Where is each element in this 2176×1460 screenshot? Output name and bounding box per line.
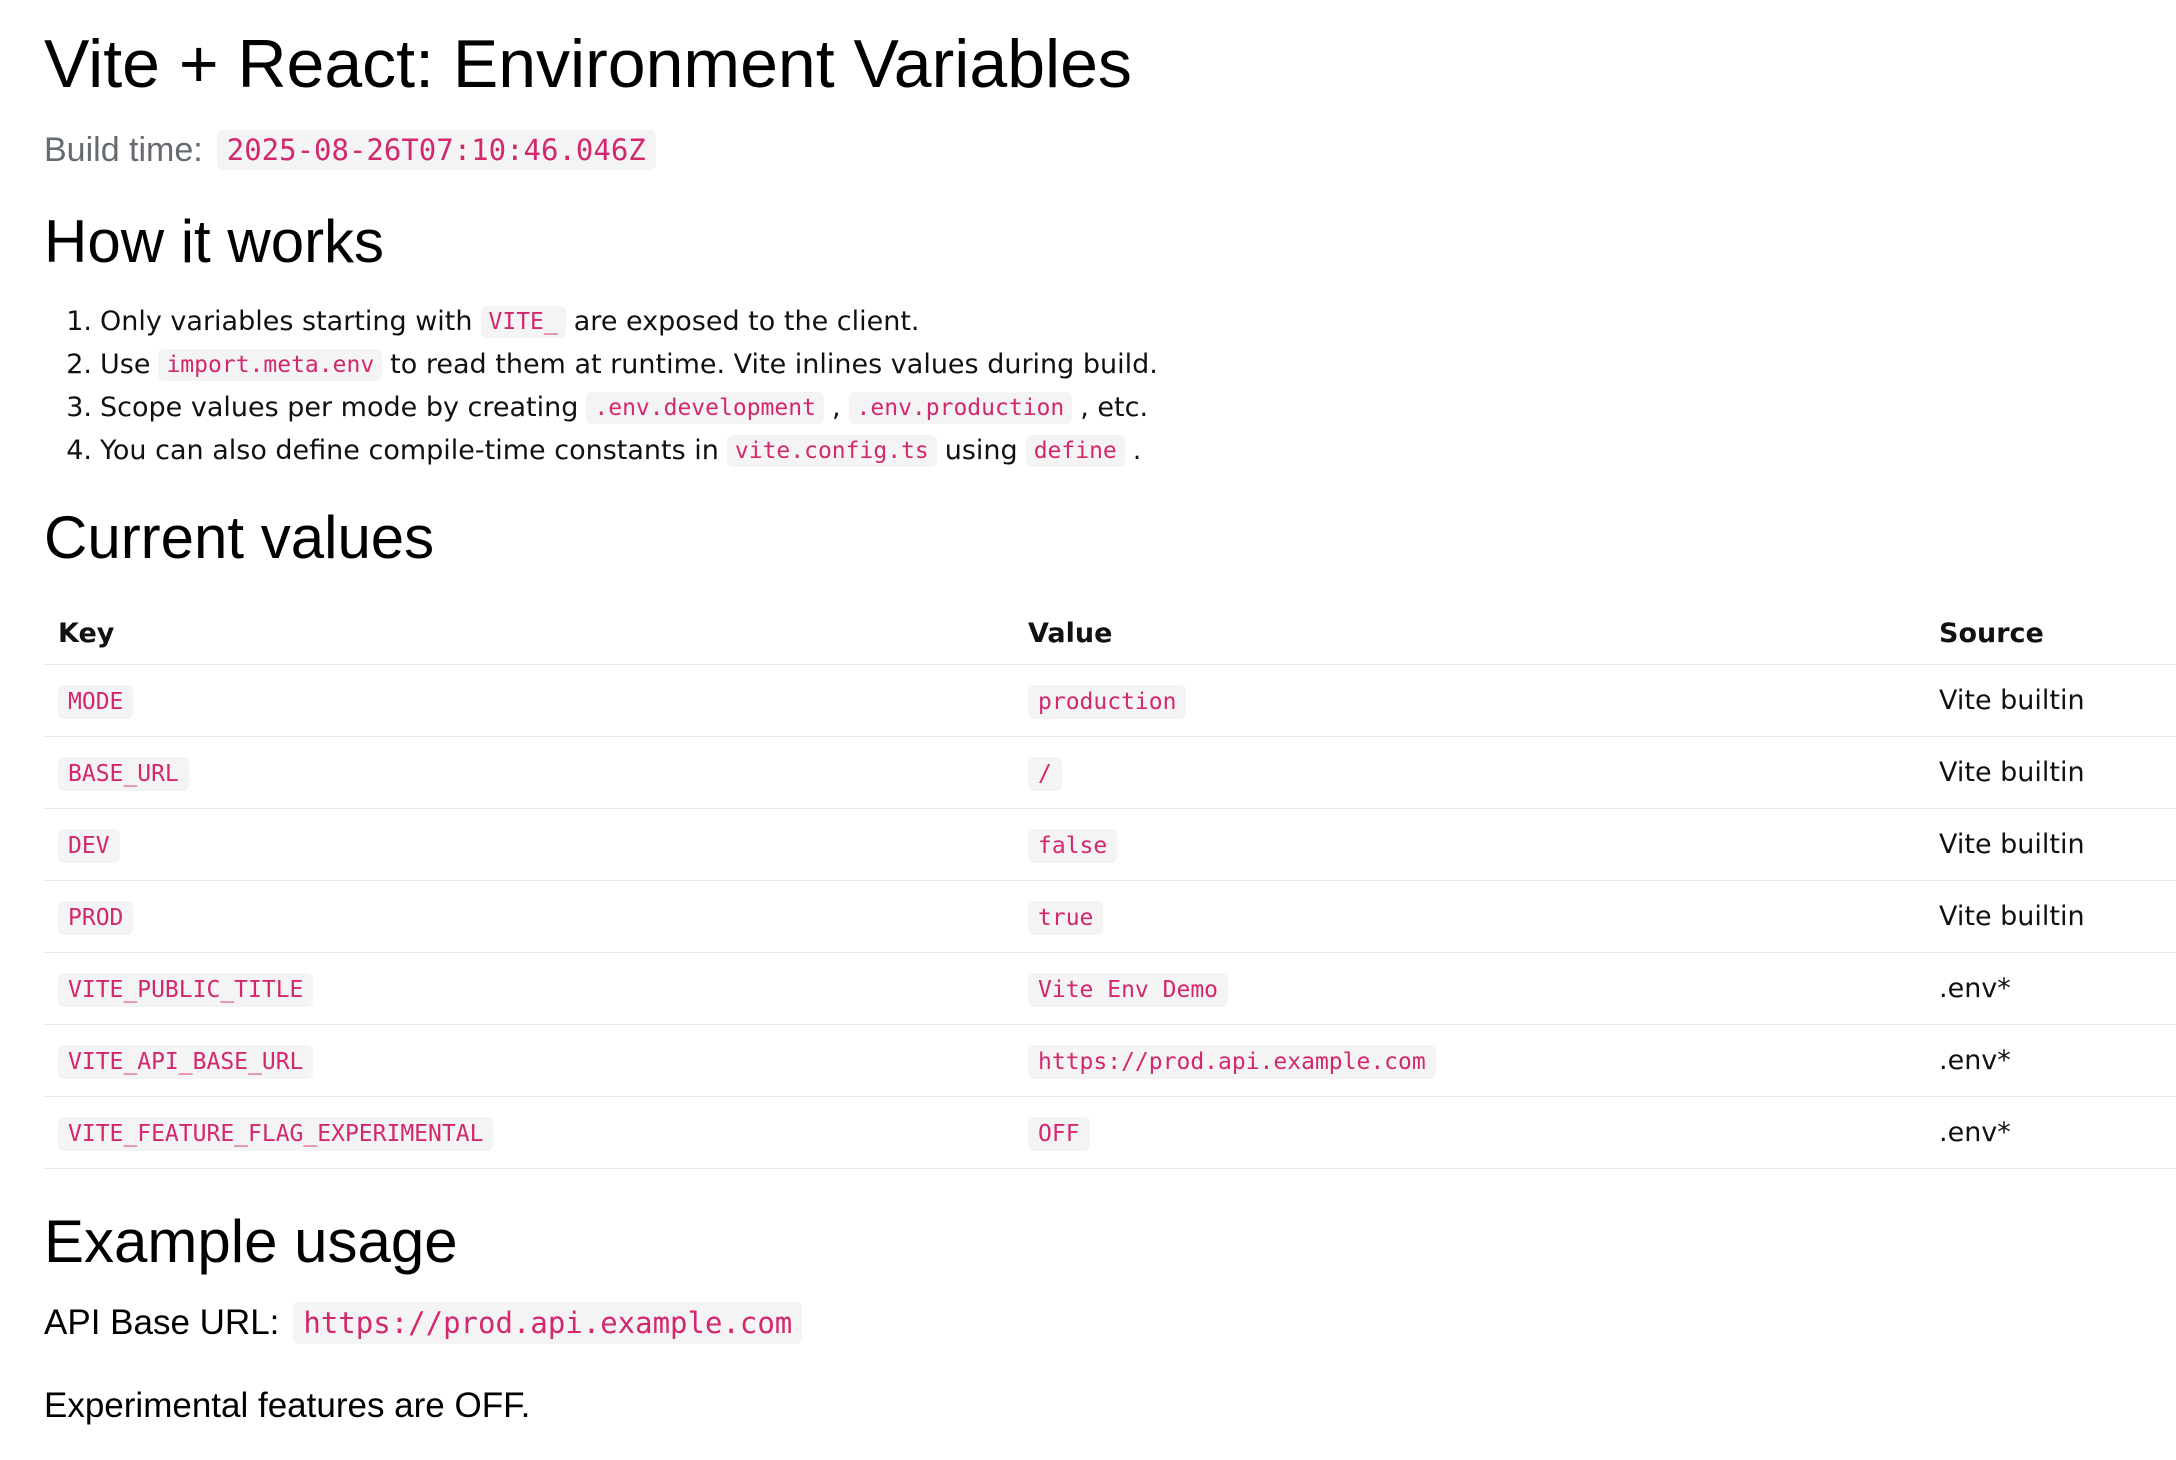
- value-code: true: [1028, 901, 1104, 935]
- key-cell: VITE_FEATURE_FLAG_EXPERIMENTAL: [44, 1096, 1014, 1169]
- value-cell: Vite Env Demo: [1014, 952, 1925, 1025]
- current-values-heading: Current values: [44, 504, 435, 571]
- source-cell: Vite builtin: [1925, 664, 2176, 737]
- value-cell: production: [1014, 664, 1925, 737]
- table-row: MODE production Vite builtin: [44, 664, 2176, 737]
- list-item-number: 1.: [66, 306, 92, 337]
- code-snippet: .env.production: [848, 391, 1073, 424]
- list-item: 1. Only variables starting with VITE_ ar…: [44, 300, 1158, 343]
- list-item-text: Scope values per mode by creating: [100, 392, 579, 423]
- key-cell: VITE_PUBLIC_TITLE: [44, 952, 1014, 1025]
- key-code: PROD: [58, 901, 134, 935]
- value-cell: https://prod.api.example.com: [1014, 1024, 1925, 1097]
- build-time: Build time: 2025-08-26T07:10:46.046Z: [44, 130, 656, 170]
- table-row: DEV false Vite builtin: [44, 808, 2176, 881]
- key-cell: BASE_URL: [44, 736, 1014, 809]
- source-cell: Vite builtin: [1925, 808, 2176, 881]
- table-row: BASE_URL / Vite builtin: [44, 736, 2176, 809]
- key-code: VITE_PUBLIC_TITLE: [58, 973, 314, 1007]
- value-cell: OFF: [1014, 1096, 1925, 1169]
- key-code: DEV: [58, 829, 120, 863]
- code-snippet: .env.development: [586, 391, 824, 424]
- table-header-row: Key Value Source: [44, 602, 2176, 665]
- source-cell: .env*: [1925, 1024, 2176, 1097]
- column-header-source: Source: [1925, 602, 2176, 665]
- list-item: 4. You can also define compile-time cons…: [44, 429, 1158, 472]
- code-snippet: import.meta.env: [158, 348, 383, 381]
- how-it-works-heading: How it works: [44, 208, 385, 275]
- list-item-text: .: [1132, 435, 1142, 466]
- value-cell: false: [1014, 808, 1925, 881]
- list-item-text: ,: [831, 392, 841, 423]
- source-cell: Vite builtin: [1925, 736, 2176, 809]
- list-item-text: Only variables starting with: [100, 306, 473, 337]
- table-row: VITE_PUBLIC_TITLE Vite Env Demo .env*: [44, 952, 2176, 1025]
- key-cell: MODE: [44, 664, 1014, 737]
- build-time-value: 2025-08-26T07:10:46.046Z: [216, 130, 656, 170]
- column-header-key: Key: [44, 602, 1014, 665]
- value-code: production: [1028, 685, 1187, 719]
- build-time-label: Build time:: [44, 130, 203, 169]
- api-base-url-label: API Base URL:: [44, 1303, 280, 1342]
- source-cell: .env*: [1925, 952, 2176, 1025]
- list-item-text: to read them at runtime. Vite inlines va…: [390, 349, 1158, 380]
- list-item: 2. Use import.meta.env to read them at r…: [44, 343, 1158, 386]
- column-header-value: Value: [1014, 602, 1925, 665]
- list-item-text: Use: [100, 349, 151, 380]
- how-it-works-list: 1. Only variables starting with VITE_ ar…: [44, 300, 1158, 472]
- value-cell: true: [1014, 880, 1925, 953]
- api-base-url-value: https://prod.api.example.com: [293, 1302, 803, 1344]
- key-code: VITE_API_BASE_URL: [58, 1045, 314, 1079]
- current-values-table: Key Value Source MODE production Vite bu…: [44, 602, 2176, 1169]
- code-snippet: define: [1025, 434, 1125, 467]
- list-item-number: 3.: [66, 392, 92, 423]
- table-row: PROD true Vite builtin: [44, 880, 2176, 953]
- source-cell: .env*: [1925, 1096, 2176, 1169]
- list-item-text: , etc.: [1080, 392, 1149, 423]
- value-code: Vite Env Demo: [1028, 973, 1229, 1007]
- api-base-url-line: API Base URL: https://prod.api.example.c…: [44, 1302, 803, 1344]
- experimental-status-text: Experimental features are OFF.: [44, 1386, 531, 1425]
- value-cell: /: [1014, 736, 1925, 809]
- key-cell: DEV: [44, 808, 1014, 881]
- key-cell: PROD: [44, 880, 1014, 953]
- value-code: OFF: [1028, 1117, 1090, 1151]
- source-cell: Vite builtin: [1925, 880, 2176, 953]
- list-item-text: using: [944, 435, 1018, 466]
- page-title: Vite + React: Environment Variables: [44, 26, 1132, 102]
- table-row: VITE_FEATURE_FLAG_EXPERIMENTAL OFF .env*: [44, 1096, 2176, 1169]
- key-code: MODE: [58, 685, 134, 719]
- table-row: VITE_API_BASE_URL https://prod.api.examp…: [44, 1024, 2176, 1097]
- code-snippet: VITE_: [480, 305, 566, 338]
- key-cell: VITE_API_BASE_URL: [44, 1024, 1014, 1097]
- key-code: VITE_FEATURE_FLAG_EXPERIMENTAL: [58, 1117, 494, 1151]
- key-code: BASE_URL: [58, 757, 189, 791]
- example-usage-heading: Example usage: [44, 1208, 458, 1275]
- value-code: https://prod.api.example.com: [1028, 1045, 1436, 1079]
- list-item-number: 2.: [66, 349, 92, 380]
- value-code: /: [1028, 757, 1062, 791]
- value-code: false: [1028, 829, 1118, 863]
- list-item-text: You can also define compile-time constan…: [100, 435, 719, 466]
- list-item-number: 4.: [66, 435, 92, 466]
- list-item-text: are exposed to the client.: [573, 306, 920, 337]
- list-item: 3. Scope values per mode by creating .en…: [44, 386, 1158, 429]
- code-snippet: vite.config.ts: [726, 434, 937, 467]
